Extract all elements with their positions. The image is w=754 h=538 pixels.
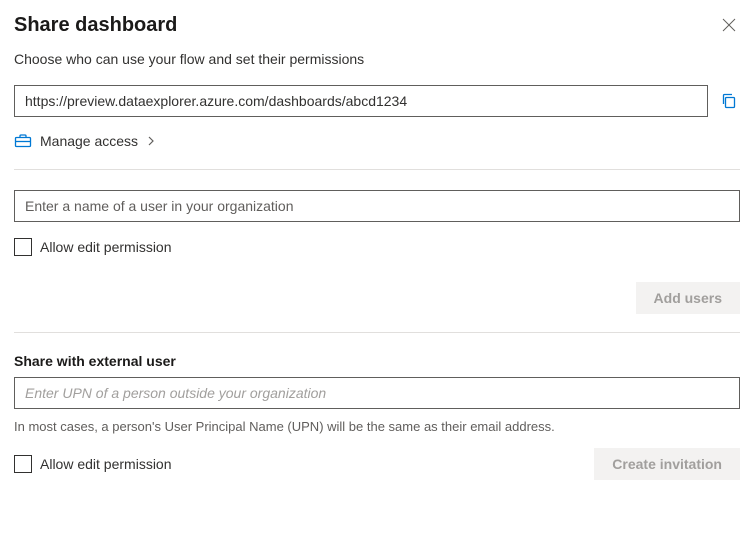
dialog-subtitle: Choose who can use your flow and set the… <box>14 51 740 67</box>
manage-access-link[interactable]: Manage access <box>14 133 740 149</box>
external-heading: Share with external user <box>14 353 740 369</box>
internal-allow-edit-checkbox[interactable] <box>14 238 32 256</box>
dialog-header: Share dashboard <box>14 14 740 37</box>
copy-icon <box>720 92 738 110</box>
external-allow-edit-row: Allow edit permission <box>14 455 172 473</box>
add-users-button[interactable]: Add users <box>636 282 740 314</box>
dialog-title: Share dashboard <box>14 14 177 37</box>
external-hint: In most cases, a person's User Principal… <box>14 419 740 434</box>
internal-allow-edit-row: Allow edit permission <box>14 238 740 256</box>
internal-share-section: Allow edit permission Add users <box>14 190 740 314</box>
share-url-input[interactable] <box>14 85 708 117</box>
divider <box>14 332 740 333</box>
divider <box>14 169 740 170</box>
close-button[interactable] <box>718 14 740 36</box>
external-allow-edit-label: Allow edit permission <box>40 456 172 472</box>
external-upn-input[interactable] <box>14 377 740 409</box>
chevron-right-icon <box>146 136 156 146</box>
internal-user-input[interactable] <box>14 190 740 222</box>
external-share-section: Share with external user In most cases, … <box>14 353 740 480</box>
internal-allow-edit-label: Allow edit permission <box>40 239 172 255</box>
share-url-row <box>14 85 740 117</box>
copy-url-button[interactable] <box>718 90 740 112</box>
create-invitation-button[interactable]: Create invitation <box>594 448 740 480</box>
manage-access-label: Manage access <box>40 133 138 149</box>
close-icon <box>722 18 736 32</box>
share-dashboard-dialog: Share dashboard Choose who can use your … <box>0 0 754 494</box>
briefcase-icon <box>14 133 32 149</box>
external-allow-edit-checkbox[interactable] <box>14 455 32 473</box>
